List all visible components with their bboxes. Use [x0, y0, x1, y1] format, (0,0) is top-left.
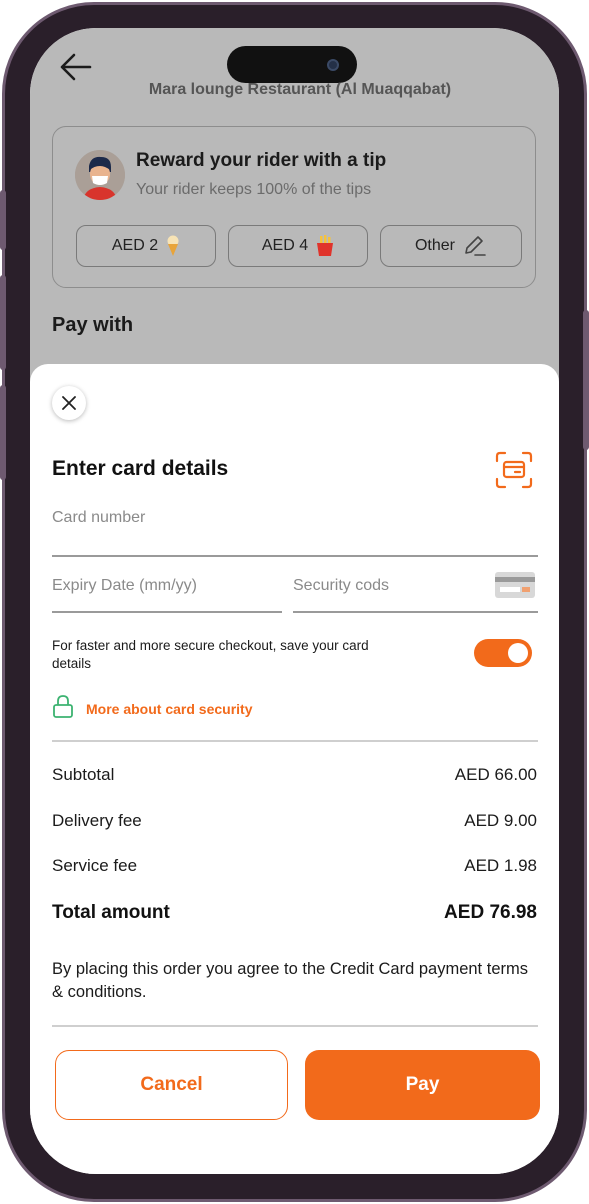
pay-button[interactable]: Pay: [305, 1050, 540, 1120]
save-card-toggle[interactable]: [474, 639, 532, 667]
expiry-date-underline: [52, 611, 282, 613]
service-fee-value: AED 1.98: [464, 856, 537, 875]
divider: [52, 740, 538, 742]
sheet-title: Enter card details: [52, 457, 229, 480]
scan-card-icon[interactable]: [495, 451, 533, 489]
tip-option-label: Other: [414, 237, 455, 254]
terms-text: By placing this order you agree to the C…: [52, 960, 528, 1001]
back-arrow-icon[interactable]: [58, 52, 92, 82]
security-code-input[interactable]: Security cods: [293, 577, 389, 595]
side-button-left: [0, 190, 6, 250]
ice-cream-icon: [167, 235, 179, 256]
credit-card-icon: [495, 572, 535, 598]
delivery-fee-value: AED 9.00: [464, 811, 537, 830]
total-amount-value: AED 76.98: [444, 902, 537, 923]
cancel-button[interactable]: Cancel: [55, 1050, 288, 1120]
front-camera: [327, 59, 339, 71]
security-code-underline: [293, 611, 538, 613]
tip-option-label: AED 2: [111, 237, 159, 254]
expiry-date-input[interactable]: Expiry Date (mm/yy): [52, 577, 197, 595]
subtotal-value: AED 66.00: [454, 765, 537, 784]
card-number-input[interactable]: Card number: [52, 509, 145, 527]
card-number-underline: [52, 555, 538, 557]
total-amount-label: Total amount: [52, 902, 170, 923]
side-button-left: [0, 275, 6, 370]
tip-option-aed-4[interactable]: AED 4: [228, 225, 368, 267]
toggle-knob: [508, 643, 528, 663]
tip-subtitle: Your rider keeps 100% of the tips: [136, 181, 372, 198]
close-icon: [62, 396, 76, 410]
pay-with-heading: Pay with: [52, 314, 134, 336]
delivery-fee-label: Delivery fee: [52, 811, 142, 830]
side-button-right: [583, 310, 589, 450]
tip-title: Reward your rider with a tip: [136, 150, 387, 171]
subtotal-label: Subtotal: [52, 765, 115, 784]
rider-avatar: [75, 150, 125, 200]
service-fee-label: Service fee: [52, 856, 138, 875]
tip-option-other[interactable]: Other: [380, 225, 522, 267]
card-security-link[interactable]: More about card security: [86, 701, 253, 717]
side-button-left: [0, 385, 6, 480]
lock-icon: [53, 695, 73, 718]
restaurant-title: Mara lounge Restaurant (Al Muaqqabat): [148, 81, 452, 98]
screen: Mara lounge Restaurant (Al Muaqqabat) Re…: [30, 28, 559, 1174]
divider: [52, 1025, 538, 1027]
pencil-icon: [465, 236, 486, 256]
save-card-text: For faster and more secure checkout, sav…: [52, 638, 369, 671]
tip-option-aed-2[interactable]: AED 2: [76, 225, 216, 267]
fries-icon: [317, 235, 334, 256]
close-button[interactable]: [52, 386, 86, 420]
card-details-sheet: Enter card details Card number Expiry Da…: [30, 364, 559, 1174]
tip-option-label: AED 4: [261, 237, 309, 254]
rider-avatar-icon: [75, 150, 125, 200]
